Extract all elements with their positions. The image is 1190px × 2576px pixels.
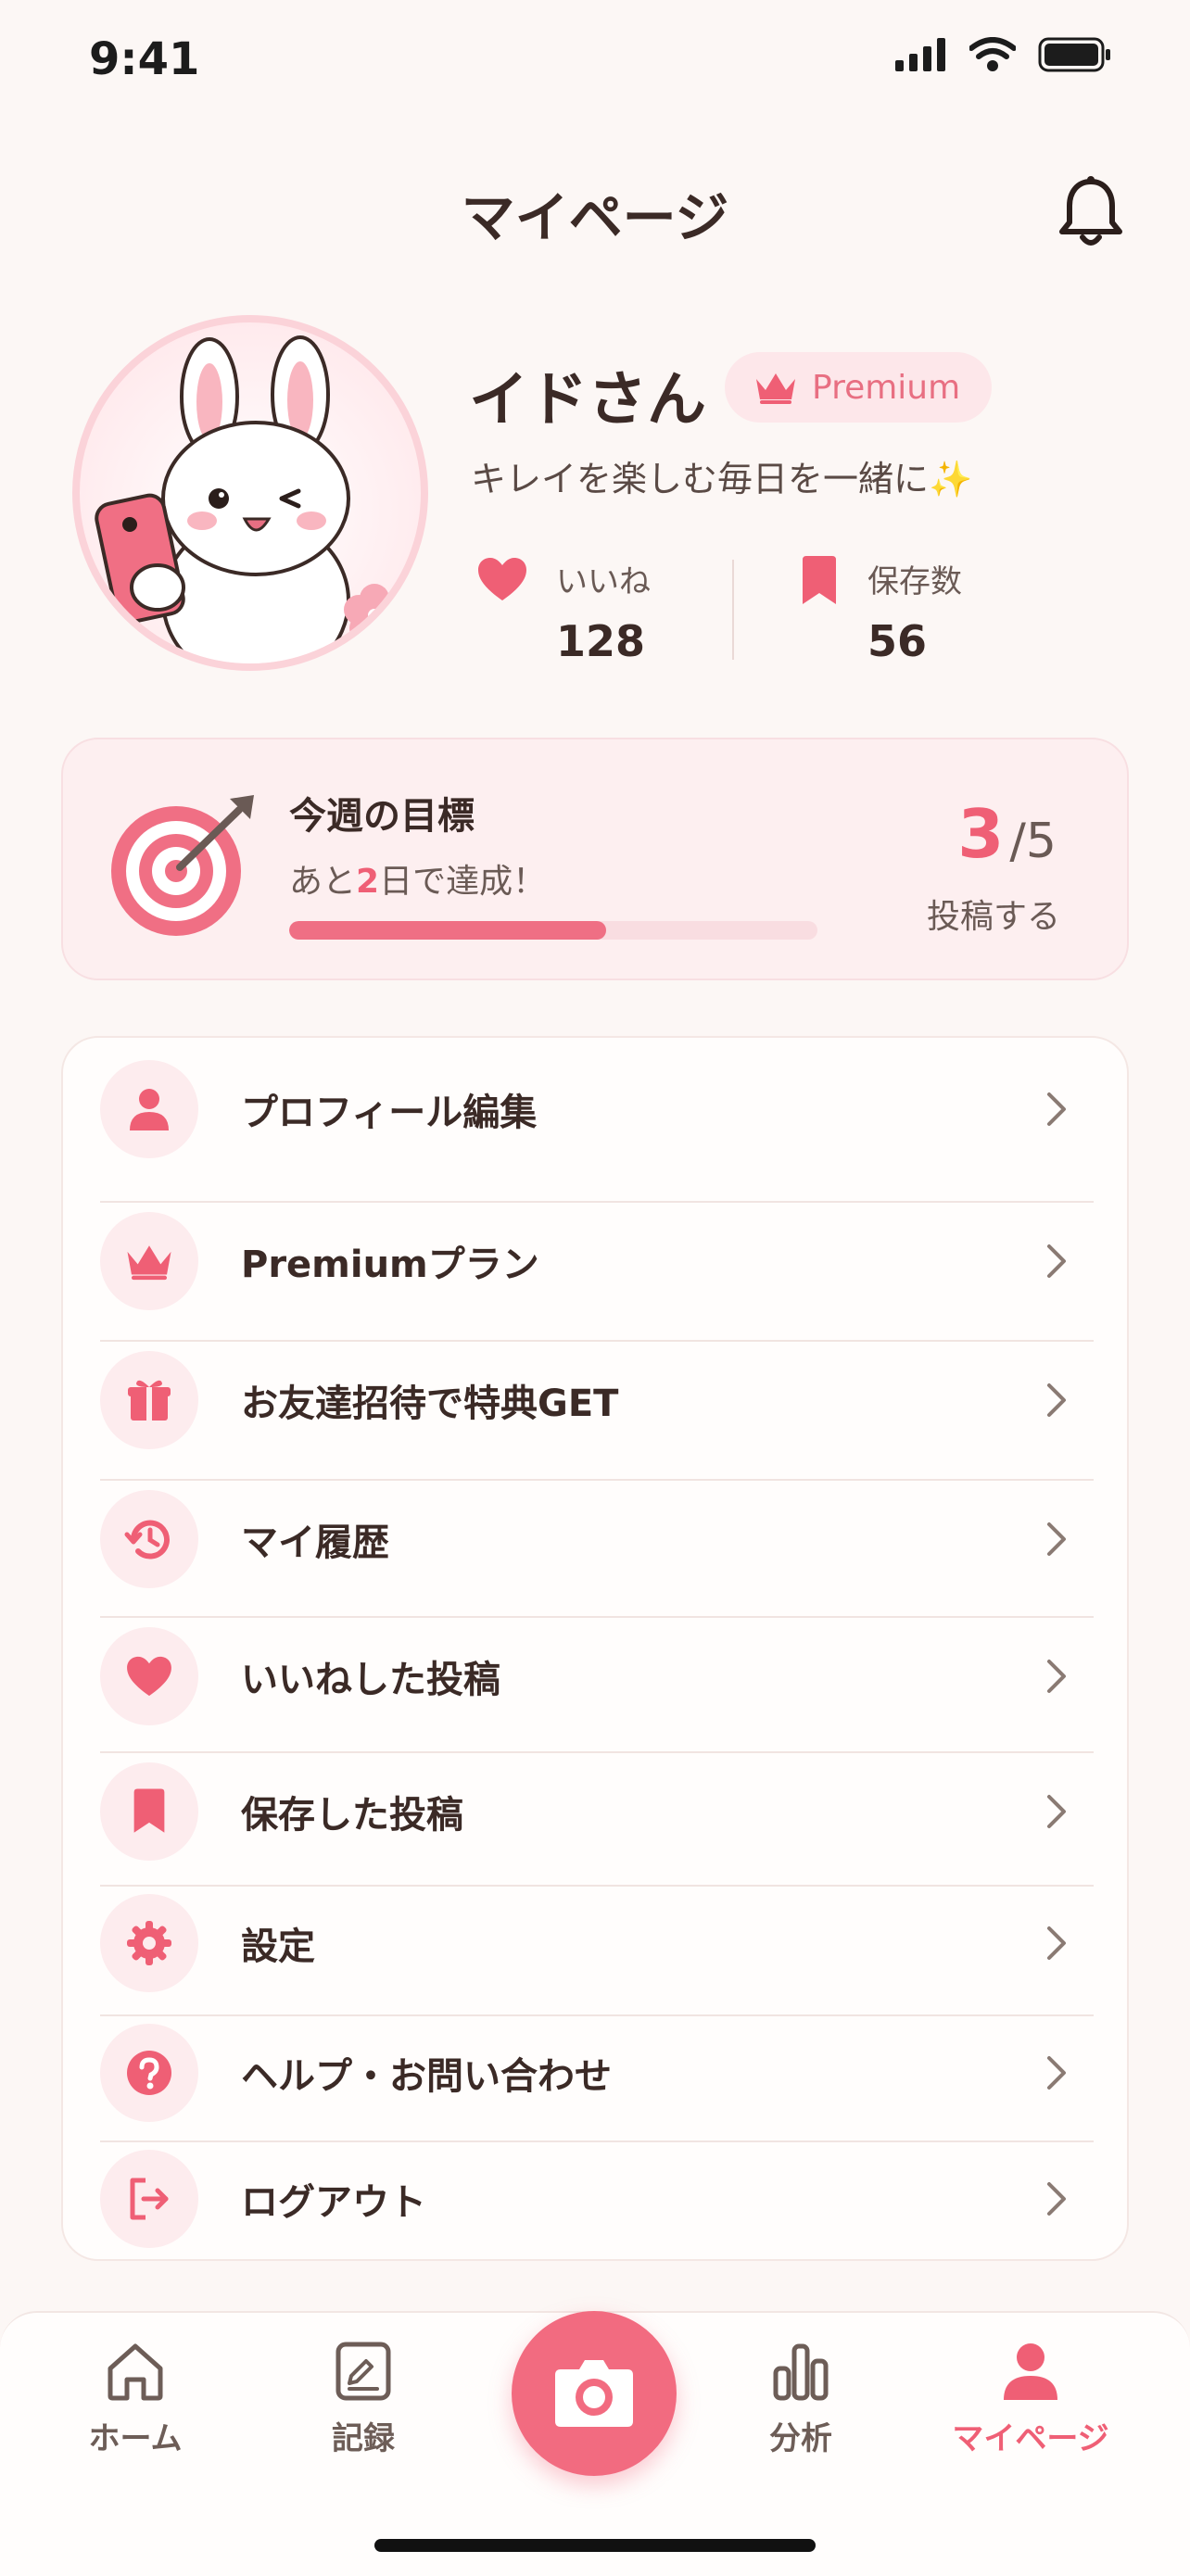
tab-mypage[interactable]: マイページ xyxy=(938,2339,1123,2458)
home-indicator xyxy=(374,2539,816,2552)
weekly-goal-card[interactable]: 今週の目標 あと2日で達成！ 3 /5 投稿する xyxy=(61,738,1129,980)
camera-button[interactable] xyxy=(512,2311,677,2476)
tab-label: 分析 xyxy=(769,2420,832,2457)
signal-icon xyxy=(895,38,945,71)
heart-icon xyxy=(478,558,526,600)
chevron-right-icon xyxy=(1047,1522,1066,1556)
heart-icon xyxy=(127,1656,171,1697)
menu-label: 保存した投稿 xyxy=(241,1794,463,1837)
page-title: マイページ xyxy=(461,186,729,249)
likes-count: 128 xyxy=(556,616,646,666)
menu-label: ログアウト xyxy=(241,2181,426,2224)
tab-label: ホーム xyxy=(88,2420,183,2457)
chevron-right-icon xyxy=(1047,1795,1066,1828)
menu-divider xyxy=(100,1616,1094,1618)
goal-progress-bar xyxy=(289,921,817,940)
goal-current: 3 xyxy=(957,795,1005,873)
menu-divider xyxy=(100,1885,1094,1887)
target-icon xyxy=(111,795,254,936)
menu-item-logout[interactable]: ログアウト xyxy=(100,2150,1094,2248)
chevron-right-icon xyxy=(1047,1660,1066,1693)
menu-divider xyxy=(100,1479,1094,1481)
chevron-right-icon xyxy=(1047,2182,1066,2216)
gift-icon xyxy=(128,1380,171,1421)
status-time: 9:41 xyxy=(89,33,200,85)
history-icon xyxy=(124,1520,170,1559)
menu-label: ヘルプ・お問い合わせ xyxy=(241,2055,612,2098)
menu-item-profile-edit[interactable]: プロフィール編集 xyxy=(100,1060,1094,1158)
person-icon xyxy=(130,1089,169,1130)
menu-label: Premiumプラン xyxy=(241,1244,539,1286)
stats-divider xyxy=(732,560,734,660)
tab-label: 記録 xyxy=(332,2420,395,2457)
notification-button[interactable] xyxy=(1057,174,1125,248)
likes-stat[interactable]: いいね 128 xyxy=(476,556,651,666)
bunny-avatar-icon xyxy=(95,335,405,663)
menu-item-liked-posts[interactable]: いいねした投稿 xyxy=(100,1627,1094,1725)
tab-record[interactable]: 記録 xyxy=(271,2339,456,2458)
premium-badge-label: Premium xyxy=(812,368,961,407)
crown-icon xyxy=(127,1245,171,1281)
tab-home[interactable]: ホーム xyxy=(43,2339,228,2458)
goal-action-label: 投稿する xyxy=(926,898,1060,936)
goal-target: /5 xyxy=(1009,814,1057,869)
menu-item-invite-friends[interactable]: お友達招待で特典GET xyxy=(100,1351,1094,1449)
tab-analysis[interactable]: 分析 xyxy=(708,2339,893,2458)
saves-label: 保存数 xyxy=(867,563,962,600)
notepad-icon xyxy=(335,2342,391,2401)
likes-label: いいね xyxy=(556,563,651,600)
wifi-icon xyxy=(969,37,1016,71)
menu-label: マイ履歴 xyxy=(241,1522,389,1564)
menu-label: お友達招待で特典GET xyxy=(241,1383,619,1425)
bell-icon xyxy=(1059,176,1122,246)
chevron-right-icon xyxy=(1047,1383,1066,1417)
status-bar: 9:41 xyxy=(0,0,1190,120)
menu-item-help[interactable]: ヘルプ・お問い合わせ xyxy=(100,2024,1094,2122)
saves-count: 56 xyxy=(867,616,928,666)
menu-divider xyxy=(100,1340,1094,1342)
chevron-right-icon xyxy=(1047,1092,1066,1126)
menu-item-settings[interactable]: 設定 xyxy=(100,1894,1094,1992)
menu-label: プロフィール編集 xyxy=(241,1092,538,1134)
chart-icon xyxy=(773,2343,829,2401)
profile-tagline: キレイを楽しむ毎日を一緒に✨ xyxy=(471,459,973,499)
chevron-right-icon xyxy=(1047,2056,1066,2090)
avatar[interactable] xyxy=(72,315,428,671)
help-icon xyxy=(127,2051,171,2095)
menu-divider xyxy=(100,1201,1094,1203)
bookmark-icon xyxy=(803,556,836,604)
status-icons xyxy=(895,37,1112,72)
menu-divider xyxy=(100,2014,1094,2016)
person-icon xyxy=(1004,2343,1057,2400)
premium-badge: Premium xyxy=(725,352,992,423)
chevron-right-icon xyxy=(1047,1926,1066,1960)
tab-label: マイページ xyxy=(952,2420,1109,2457)
saves-stat[interactable]: 保存数 56 xyxy=(799,556,962,666)
goal-progress-fill xyxy=(289,921,606,940)
camera-icon xyxy=(555,2360,633,2427)
menu-label: 設定 xyxy=(241,1926,315,1968)
crown-icon xyxy=(756,373,795,404)
battery-icon xyxy=(1038,37,1110,72)
menu-card: プロフィール編集 Premiumプラン お友達招待で特典GET マイ履歴 いいね… xyxy=(61,1036,1129,2261)
menu-item-premium-plan[interactable]: Premiumプラン xyxy=(100,1212,1094,1310)
menu-item-history[interactable]: マイ履歴 xyxy=(100,1490,1094,1588)
menu-divider xyxy=(100,1751,1094,1753)
gear-icon xyxy=(127,1921,171,1965)
goal-subtitle: あと2日で達成！ xyxy=(289,863,547,901)
bookmark-icon xyxy=(133,1788,165,1833)
goal-title: 今週の目標 xyxy=(289,795,475,838)
user-name: イドさん xyxy=(469,366,706,435)
goal-days-remaining: 2 xyxy=(356,863,380,901)
menu-item-saved-posts[interactable]: 保存した投稿 xyxy=(100,1762,1094,1861)
logout-icon xyxy=(130,2178,169,2220)
goal-count: 3 /5 xyxy=(957,795,1057,873)
menu-label: いいねした投稿 xyxy=(241,1659,500,1701)
menu-divider xyxy=(100,2140,1094,2142)
chevron-right-icon xyxy=(1047,1244,1066,1278)
home-icon xyxy=(108,2343,163,2401)
